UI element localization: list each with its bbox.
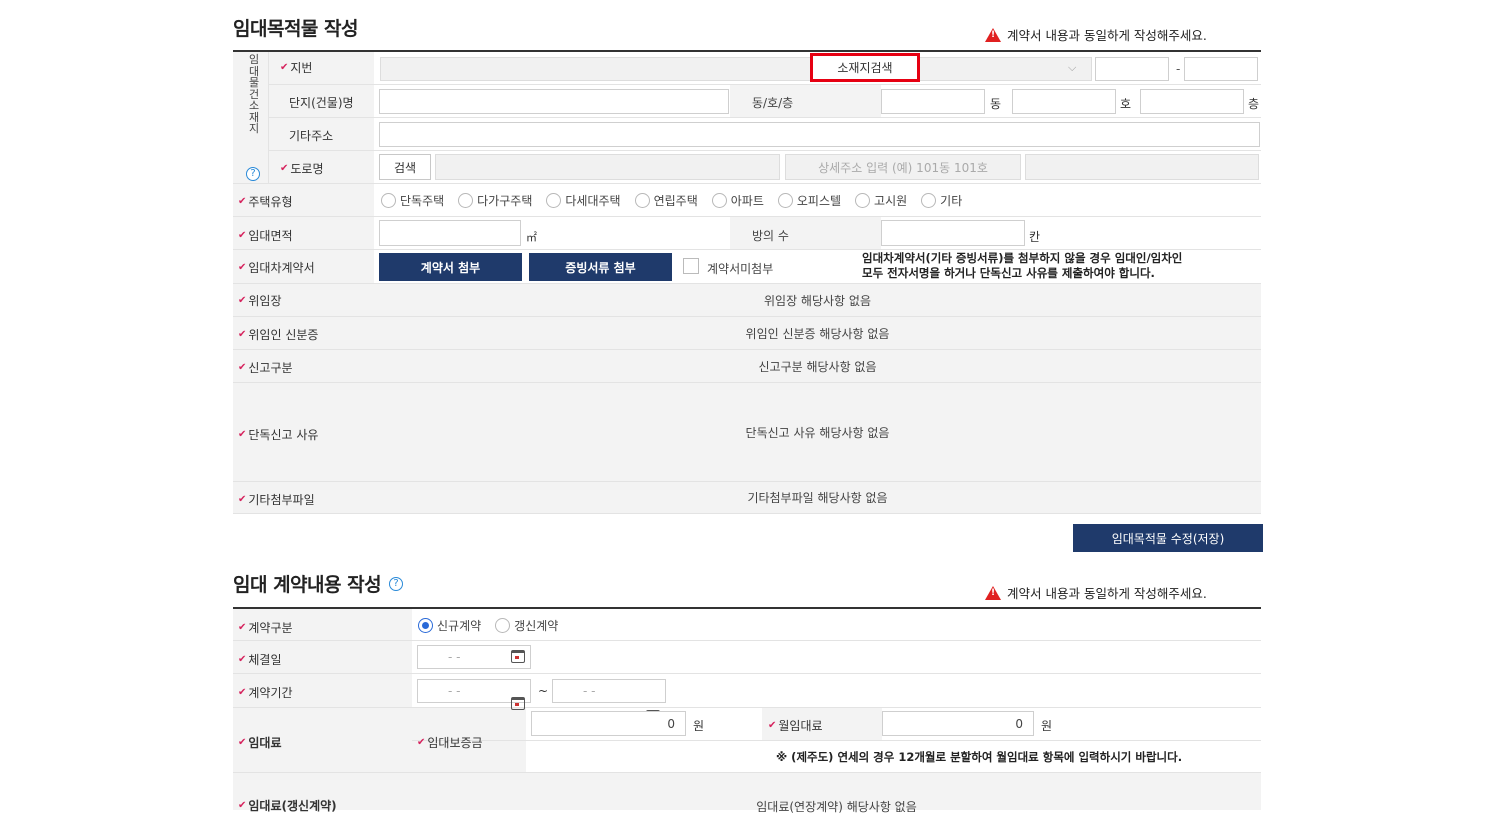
ho-input[interactable] bbox=[1012, 89, 1116, 114]
label-report-type: 신고구분 bbox=[238, 359, 292, 376]
label-proxy-id: 위임인 신분증 bbox=[238, 326, 318, 343]
contract-notice: 임대차계약서(기타 증빙서류)를 첨부하지 않을 경우 임대인/임차인 모두 전… bbox=[862, 251, 1183, 280]
radio-new-contract[interactable]: 신규계약 bbox=[418, 617, 481, 634]
detail-address-input[interactable]: 상세주소 입력 (예) 101동 101호 bbox=[785, 154, 1021, 180]
radio-other[interactable]: 기타 bbox=[921, 192, 962, 209]
warning-icon bbox=[985, 585, 1001, 600]
etc-address-input[interactable] bbox=[379, 122, 1260, 147]
no-contract-checkbox[interactable] bbox=[683, 258, 699, 274]
warning-text-2: 계약서 내용과 동일하게 작성해주세요. bbox=[1007, 586, 1207, 601]
road-address-input[interactable] bbox=[435, 154, 780, 180]
calendar-icon[interactable] bbox=[511, 650, 525, 663]
report-type-value: 신고구분 해당사항 없음 bbox=[758, 359, 877, 374]
monthly-unit: 원 bbox=[1041, 719, 1053, 733]
label-area: 임대면적 bbox=[238, 227, 292, 244]
section-title-contract: 임대 계약내용 작성 bbox=[233, 574, 382, 596]
deposit-input[interactable]: 0 bbox=[531, 711, 686, 736]
label-dong-ho-floor: 동/호/층 bbox=[752, 96, 794, 110]
label-contract-type: 계약구분 bbox=[238, 619, 292, 636]
dong-input[interactable] bbox=[881, 89, 985, 114]
label-renew-rent: 임대료(갱신계약) bbox=[238, 797, 336, 814]
section-title-contract-wrap: 임대 계약내용 작성 ? bbox=[233, 570, 404, 597]
area-input[interactable] bbox=[379, 220, 521, 246]
label-period: 계약기간 bbox=[238, 684, 292, 701]
label-rooms: 방의 수 bbox=[752, 229, 789, 243]
calendar-icon[interactable] bbox=[511, 697, 525, 710]
help-icon[interactable]: ? bbox=[389, 576, 404, 591]
ho-unit: 호 bbox=[1120, 97, 1132, 111]
period-end-input[interactable]: - - bbox=[552, 679, 666, 703]
no-contract-label: 계약서미첨부 bbox=[707, 262, 774, 276]
location-search-button[interactable]: 소재지검색 bbox=[810, 53, 920, 82]
label-monthly-rent: 월임대료 bbox=[768, 717, 822, 734]
help-icon[interactable]: ? bbox=[246, 167, 260, 181]
road-extra-input[interactable] bbox=[1025, 154, 1259, 180]
attach-contract-button[interactable]: 계약서 첨부 bbox=[379, 253, 522, 281]
radio-apartment[interactable]: 아파트 bbox=[711, 192, 764, 209]
table-top-border bbox=[233, 50, 1261, 52]
floor-unit: 층 bbox=[1248, 97, 1260, 111]
radio-row-house[interactable]: 연립주택 bbox=[634, 192, 698, 209]
label-house-type: 주택유형 bbox=[238, 193, 292, 210]
proxy-value: 위임장 해당사항 없음 bbox=[764, 293, 871, 308]
house-type-radio-group: 단독주택 다가구주택 다세대주택 연립주택 아파트 오피스텔 고시원 기타 bbox=[381, 192, 976, 209]
radio-detached[interactable]: 단독주택 bbox=[381, 192, 444, 209]
radio-officetel[interactable]: 오피스텔 bbox=[777, 192, 841, 209]
radio-gosiwon[interactable]: 고시원 bbox=[855, 192, 907, 209]
label-proxy: 위임장 bbox=[238, 292, 281, 309]
period-tilde: ~ bbox=[538, 684, 549, 698]
rooms-input[interactable] bbox=[881, 220, 1025, 246]
jibun-sub-input[interactable] bbox=[1184, 57, 1258, 81]
attach-evidence-button[interactable]: 증빙서류 첨부 bbox=[529, 253, 672, 281]
jeju-notice: ※ (제주도) 연세의 경우 12개월로 분할하여 월임대료 항목에 입력하시기… bbox=[776, 750, 1183, 764]
label-etc-address: 기타주소 bbox=[289, 129, 334, 143]
warning-notice-2: 계약서 내용과 동일하게 작성해주세요. bbox=[985, 583, 1207, 602]
radio-multi-family[interactable]: 다세대주택 bbox=[546, 192, 621, 209]
section-title-rental-object: 임대목적물 작성 bbox=[233, 18, 358, 40]
deposit-unit: 원 bbox=[693, 719, 705, 733]
label-contract: 임대차계약서 bbox=[238, 259, 314, 276]
label-jibun: 지번 bbox=[280, 59, 312, 76]
label-solo-reason: 단독신고 사유 bbox=[238, 426, 318, 443]
contract-type-radio-group: 신규계약 갱신계약 bbox=[418, 617, 572, 634]
warning-notice: 계약서 내용과 동일하게 작성해주세요. bbox=[985, 25, 1207, 44]
renew-rent-value: 임대료(연장계약) 해당사항 없음 bbox=[756, 799, 917, 814]
save-rental-object-button[interactable]: 임대목적물 수정(저장) bbox=[1073, 524, 1263, 552]
complex-name-input[interactable] bbox=[379, 89, 729, 114]
warning-icon bbox=[985, 27, 1001, 42]
radio-multi-household[interactable]: 다가구주택 bbox=[458, 192, 532, 209]
dong-unit: 동 bbox=[990, 97, 1002, 111]
chevron-down-icon: ⌵ bbox=[1068, 61, 1077, 74]
label-complex-name: 단지(건물)명 bbox=[289, 96, 354, 110]
label-deposit: 임대보증금 bbox=[417, 734, 482, 751]
solo-reason-value: 단독신고 사유 해당사항 없음 bbox=[745, 425, 890, 440]
other-files-value: 기타첨부파일 해당사항 없음 bbox=[747, 491, 888, 505]
area-unit: ㎡ bbox=[526, 231, 537, 244]
jibun-dash: - bbox=[1176, 62, 1181, 76]
rooms-unit: 칸 bbox=[1029, 230, 1041, 244]
warning-text: 계약서 내용과 동일하게 작성해주세요. bbox=[1007, 28, 1207, 43]
label-road: 도로명 bbox=[280, 160, 323, 177]
jibun-main-input[interactable] bbox=[1095, 57, 1169, 81]
label-other-files: 기타첨부파일 bbox=[238, 491, 314, 508]
floor-input[interactable] bbox=[1140, 89, 1244, 114]
monthly-rent-input[interactable]: 0 bbox=[882, 711, 1034, 736]
radio-renew-contract[interactable]: 갱신계약 bbox=[495, 617, 558, 634]
jibun-select[interactable] bbox=[380, 57, 1092, 81]
vertical-label-location: 임대물건소재지 bbox=[248, 53, 260, 135]
label-rent: 임대료 bbox=[238, 734, 281, 751]
label-sign-date: 체결일 bbox=[238, 651, 281, 668]
proxy-id-value: 위임인 신분증 해당사항 없음 bbox=[745, 326, 890, 341]
road-search-button[interactable]: 검색 bbox=[379, 154, 431, 180]
